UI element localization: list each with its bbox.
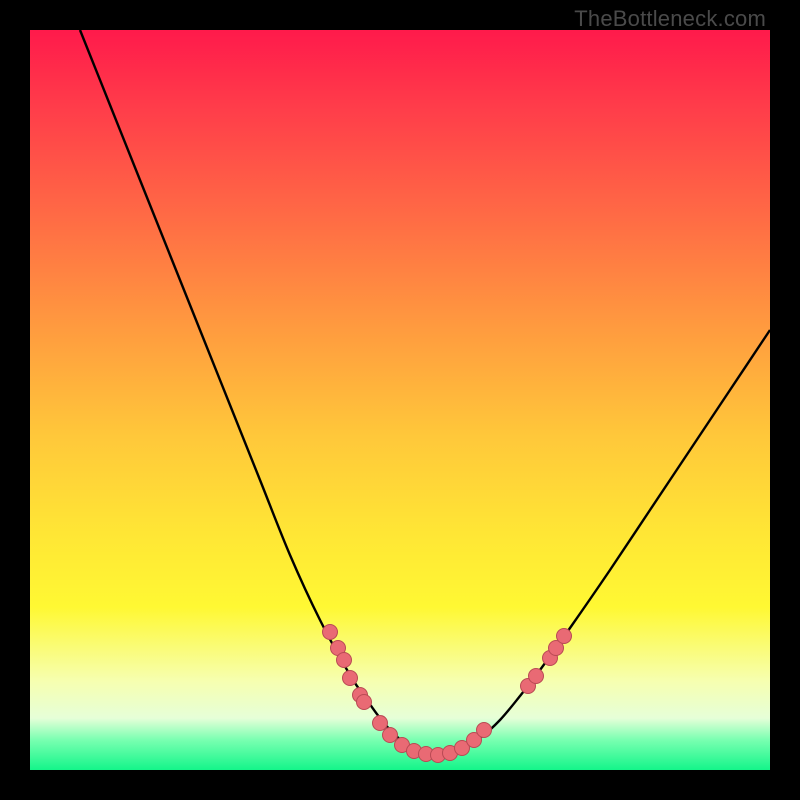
marker-dot — [373, 716, 388, 731]
bottleneck-chart — [30, 30, 770, 770]
marker-dots-group — [323, 625, 572, 763]
marker-dot — [529, 669, 544, 684]
watermark-text: TheBottleneck.com — [574, 6, 766, 32]
marker-dot — [557, 629, 572, 644]
marker-dot — [357, 695, 372, 710]
marker-dot — [383, 728, 398, 743]
bottleneck-curve-path — [80, 30, 770, 754]
marker-dot — [323, 625, 338, 640]
marker-dot — [343, 671, 358, 686]
marker-dot — [477, 723, 492, 738]
marker-dot — [337, 653, 352, 668]
